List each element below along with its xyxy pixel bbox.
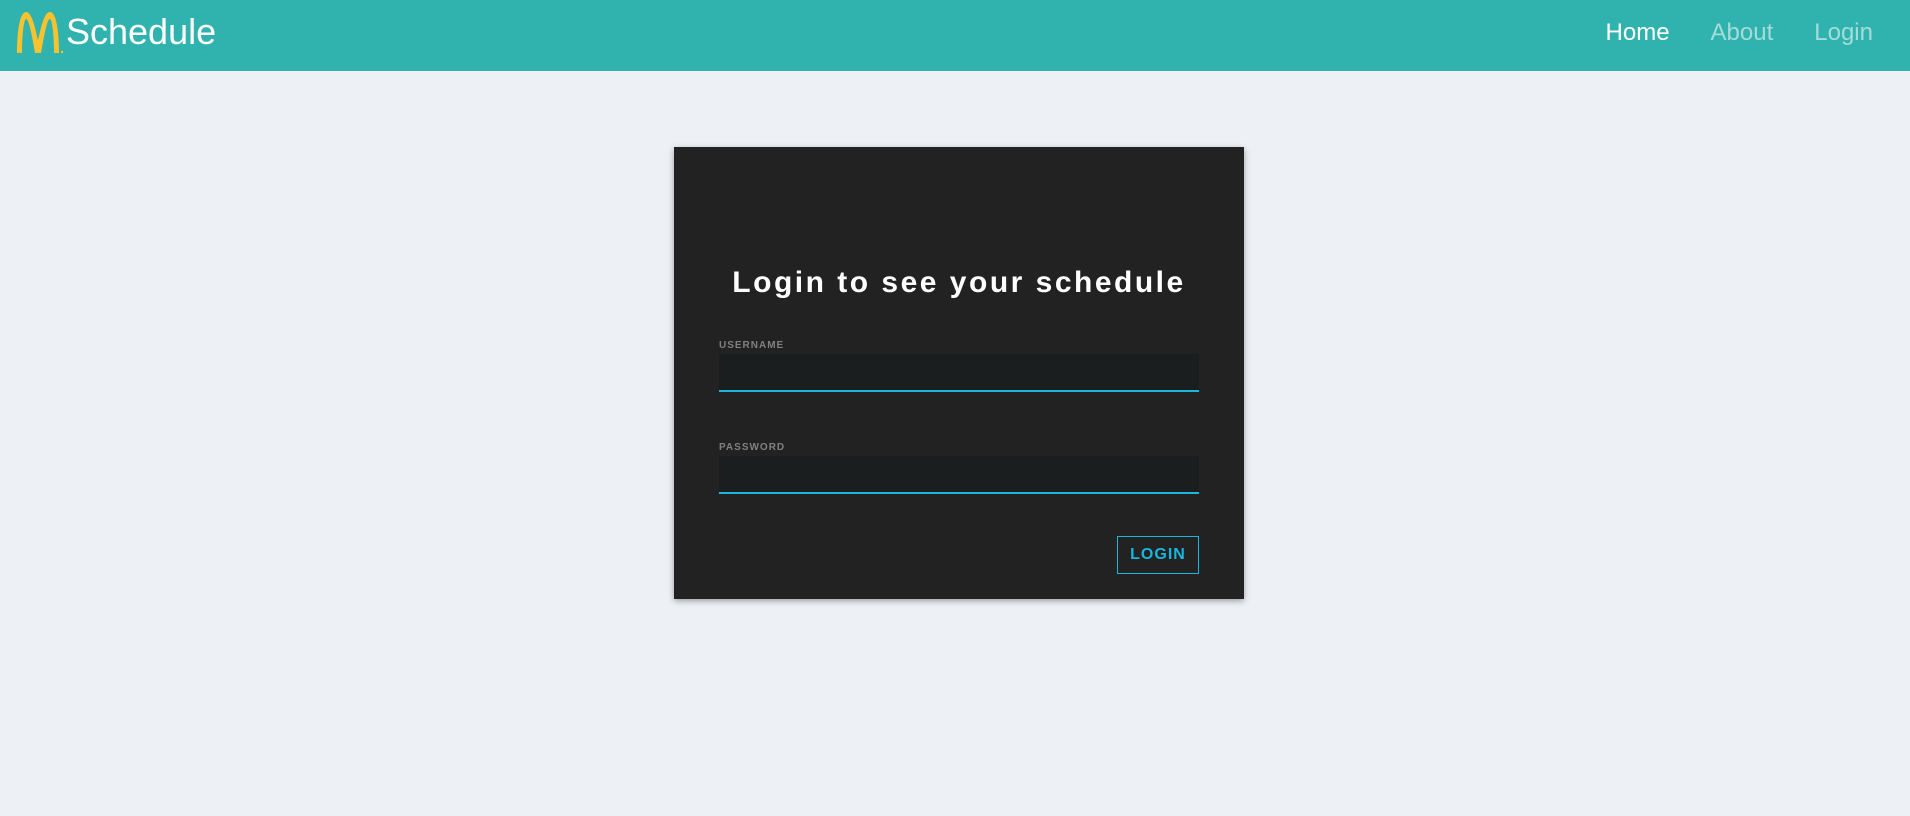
nav-link-about[interactable]: About [1711, 18, 1774, 48]
login-button[interactable]: LOGIN [1117, 536, 1199, 574]
username-input[interactable] [719, 354, 1199, 392]
brand-title: Schedule [66, 11, 217, 52]
nav-link-home[interactable]: Home [1606, 18, 1670, 48]
brand-link[interactable]: Schedule [14, 10, 216, 54]
password-label: PASSWORD [719, 442, 786, 453]
login-card: Login to see your schedule USERNAME PASS… [674, 147, 1244, 599]
password-input[interactable] [719, 456, 1199, 494]
login-heading: Login to see your schedule [732, 266, 1186, 299]
nav-link-login[interactable]: Login [1814, 18, 1873, 48]
username-label: USERNAME [719, 340, 785, 351]
main-nav: Home About Login [1565, 18, 1873, 48]
golden-arches-icon [14, 10, 64, 54]
top-navbar: Schedule Home About Login [0, 0, 1910, 71]
